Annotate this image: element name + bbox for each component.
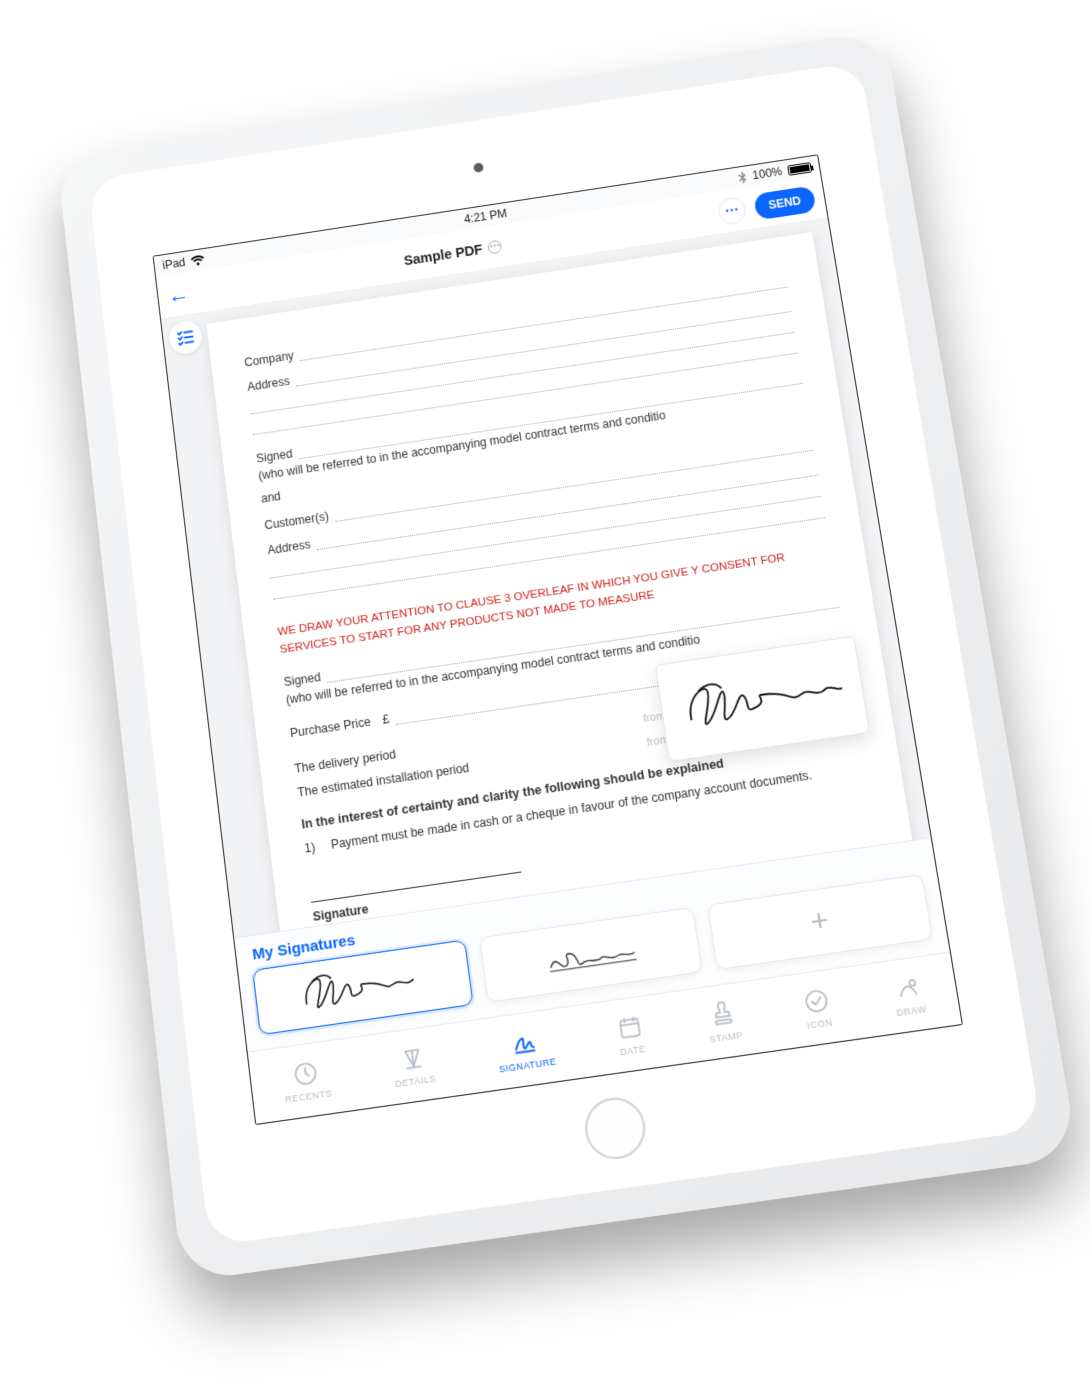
more-button[interactable]: ⋯ — [716, 196, 747, 226]
wifi-icon — [190, 254, 205, 266]
tab-date[interactable]: DATE — [614, 1012, 646, 1057]
back-button[interactable]: ← — [167, 281, 191, 308]
stamp-icon — [707, 999, 738, 1030]
document-canvas[interactable]: Company Address Signed (who will be refe… — [161, 218, 962, 1124]
signature-icon — [677, 657, 846, 740]
status-time: 4:21 PM — [463, 207, 508, 226]
lock-badge-icon: ⋯ — [487, 239, 502, 254]
tab-signature[interactable]: SIGNATURE — [494, 1025, 557, 1074]
field-address2-label: Address — [267, 537, 312, 557]
plus-icon: + — [808, 903, 831, 940]
field-address-label: Address — [247, 374, 291, 394]
field-signed2-label: Signed — [283, 670, 321, 689]
device-label: iPad — [162, 256, 186, 272]
bluetooth-icon — [738, 171, 748, 184]
tab-draw[interactable]: DRAW — [891, 972, 928, 1018]
signature-icon — [532, 926, 649, 983]
device-camera — [473, 162, 484, 173]
battery-icon — [787, 162, 812, 176]
tab-stamp[interactable]: STAMP — [704, 998, 744, 1044]
clock-icon — [291, 1058, 321, 1089]
signature-icon — [294, 956, 430, 1020]
battery-percent: 100% — [751, 165, 783, 182]
tab-recents[interactable]: RECENTS — [281, 1056, 333, 1104]
purchase-price-label: Purchase Price — [289, 714, 371, 740]
signature-tab-icon — [509, 1027, 539, 1058]
text-icon — [398, 1043, 428, 1074]
item-number: 1) — [304, 840, 316, 856]
home-button[interactable] — [581, 1094, 649, 1163]
field-customer-label: Customer(s) — [264, 509, 330, 532]
send-button[interactable]: SEND — [753, 185, 817, 220]
app-screen: iPad 4:21 PM 100% — [153, 154, 963, 1125]
device-frame: iPad 4:21 PM 100% — [56, 30, 1078, 1282]
tab-details[interactable]: DETAILS — [390, 1042, 436, 1089]
doc-title: Sample PDF — [403, 241, 484, 268]
tab-icon[interactable]: ICON — [801, 985, 834, 1030]
field-company-label: Company — [244, 349, 295, 370]
checklist-icon — [174, 326, 198, 350]
calendar-icon — [614, 1012, 644, 1043]
currency-symbol: £ — [381, 712, 389, 727]
fields-list-button[interactable] — [167, 319, 203, 356]
draw-icon — [892, 972, 923, 1003]
delivery-label: The delivery period — [294, 747, 397, 776]
check-circle-icon — [801, 985, 832, 1016]
field-signed-label: Signed — [255, 447, 293, 466]
